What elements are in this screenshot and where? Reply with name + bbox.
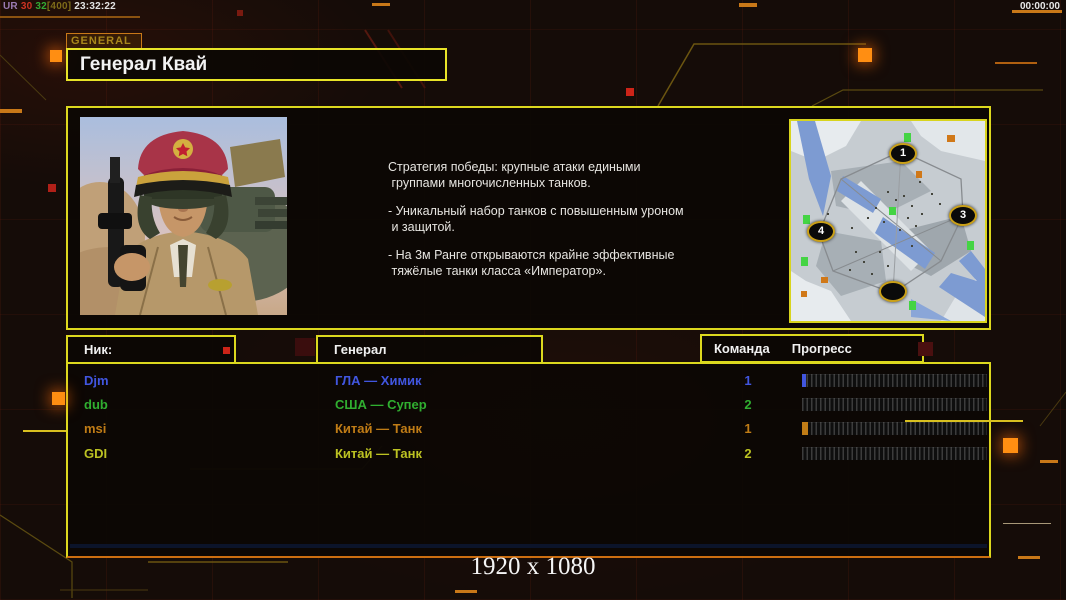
general-tab-label: GENERAL xyxy=(66,33,142,49)
debug-tag: UR xyxy=(3,1,18,12)
map-start-position-4: 4 xyxy=(807,221,835,242)
decor-line-yellow xyxy=(905,420,1023,422)
column-header-team-progress: Команда Прогресс xyxy=(700,334,924,363)
progress-fill xyxy=(802,422,808,435)
player-general: Китай — Танк xyxy=(335,421,422,436)
decor-square xyxy=(1003,438,1018,453)
map-preview: 1 3 4 xyxy=(789,119,987,323)
strategy-line: тяжёлые танки класса «Император». xyxy=(388,263,606,278)
player-nick: GDI xyxy=(84,446,108,461)
game-timer: 00:00:00 xyxy=(1019,1,1060,12)
strategy-line: - Уникальный набор танков с повышенным у… xyxy=(388,204,684,218)
decor-dash xyxy=(739,3,757,7)
column-header-nick: Ник: xyxy=(66,335,236,364)
player-nick: dub xyxy=(84,397,108,412)
map-start-position-1: 1 xyxy=(889,143,917,164)
player-progress-bar xyxy=(802,422,987,435)
player-row: dub США — Супер 2 xyxy=(68,394,989,418)
progress-fill xyxy=(802,374,806,387)
player-row: Djm ГЛА — Химик 1 xyxy=(68,370,989,394)
player-team: 2 xyxy=(744,397,752,412)
decor-square xyxy=(52,392,65,405)
decor-square-red xyxy=(237,10,243,16)
map-start-position-3: 3 xyxy=(949,205,977,226)
general-portrait-image xyxy=(80,117,287,315)
column-header-team: Команда xyxy=(714,341,770,356)
debug-val2: 32 xyxy=(35,1,47,12)
decor-line-yellow xyxy=(23,430,66,432)
decor-square xyxy=(50,50,62,62)
debug-val3: [400] xyxy=(46,1,72,12)
decor-square-red xyxy=(626,88,634,96)
decor-square xyxy=(858,48,872,62)
player-row: GDI Китай — Танк 2 xyxy=(68,443,989,467)
decor-dash xyxy=(0,109,22,113)
player-team: 2 xyxy=(744,446,752,461)
debug-val1: 30 xyxy=(20,1,33,12)
strategy-line: Стратегия победы: крупные атаки едиными xyxy=(388,160,641,174)
decor-dash xyxy=(995,62,1037,64)
player-general: Китай — Танк xyxy=(335,446,422,461)
decor-dash xyxy=(455,590,477,593)
panel-bottom-accent xyxy=(70,544,987,548)
decor-dash xyxy=(1040,460,1058,463)
player-progress-bar xyxy=(802,447,987,460)
strategy-line: и защитой. xyxy=(388,219,455,234)
decor-square-maroon xyxy=(295,338,315,356)
page-title: Генерал Квай xyxy=(66,48,447,81)
player-team: 1 xyxy=(744,373,752,388)
resolution-label: 1920 x 1080 xyxy=(470,553,596,580)
decor-square-red xyxy=(223,347,230,354)
player-list-panel: Djm ГЛА — Химик 1 dub США — Супер 2 msi … xyxy=(66,362,991,558)
strategy-description: Стратегия победы: крупные атаки едиными … xyxy=(388,160,748,279)
player-row: msi Китай — Танк 1 xyxy=(68,418,989,442)
decor-square-maroon xyxy=(918,342,933,356)
player-nick: msi xyxy=(84,421,107,436)
player-progress-bar xyxy=(802,374,987,387)
strategy-line: - На 3м Ранге открываются крайне эффекти… xyxy=(388,248,675,262)
column-header-general: Генерал xyxy=(316,335,543,364)
debug-clock: 23:32:22 xyxy=(74,1,116,12)
player-general: ГЛА — Химик xyxy=(335,373,422,388)
strategy-line: группами многочисленных танков. xyxy=(388,175,591,190)
decor-square-red xyxy=(48,184,56,192)
player-general: США — Супер xyxy=(335,397,427,412)
map-start-position-taken xyxy=(879,281,907,302)
loading-screen: UR 30 32[400] 23:32:22 00:00:00 GENERAL Ген… xyxy=(0,0,1066,600)
player-nick: Djm xyxy=(84,373,109,388)
debug-stats: UR 30 32[400] 23:32:22 xyxy=(3,1,119,12)
player-team: 1 xyxy=(744,421,752,436)
column-header-progress: Прогресс xyxy=(791,341,852,356)
decor-dash xyxy=(1018,556,1040,559)
decor-line xyxy=(1003,523,1051,524)
decor-dash xyxy=(372,3,390,6)
general-info-panel: Стратегия победы: крупные атаки едиными … xyxy=(66,106,991,330)
decor-dash xyxy=(0,16,140,18)
player-progress-bar xyxy=(802,398,987,411)
